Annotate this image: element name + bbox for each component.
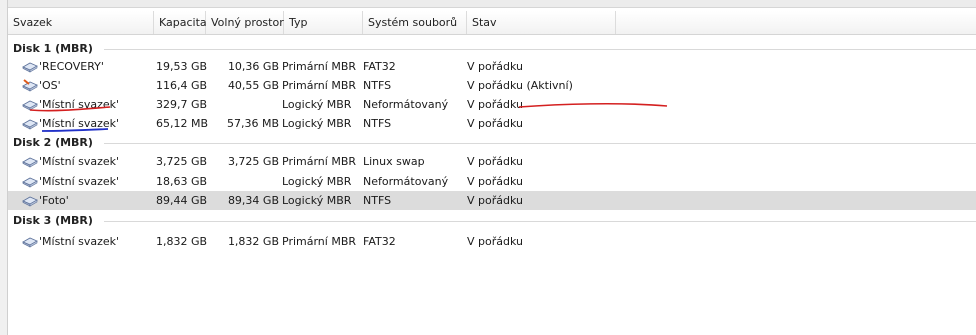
column-header-volume[interactable]: Svazek xyxy=(8,11,154,34)
capacity-value: 3,725 GB xyxy=(156,155,208,168)
volume-name: 'Místní svazek' xyxy=(39,98,120,111)
capacity-value: 1,832 GB xyxy=(156,235,208,248)
volume-row[interactable]: 'RECOVERY' 19,53 GB 10,36 GB Primární MBR FA… xyxy=(8,57,976,76)
volume-row[interactable]: 'OS' 116,4 GB 40,55 GB Primární MBR NTFS V po… xyxy=(8,76,976,95)
disk-group-header: Disk 3 (MBR) xyxy=(8,212,976,230)
volume-name: 'RECOVERY' xyxy=(39,60,104,73)
disk-group-header: Disk 2 (MBR) xyxy=(8,134,976,152)
volume-icon xyxy=(22,155,38,168)
group-divider xyxy=(104,49,976,50)
file-system-value: FAT32 xyxy=(363,235,396,248)
free-space-value: 40,55 GB xyxy=(227,79,279,92)
type-value: Primární MBR xyxy=(282,60,357,73)
disk-group-label: Disk 2 (MBR) xyxy=(13,136,93,149)
file-system-value: NTFS xyxy=(363,117,392,130)
free-space-value: 1,832 GB xyxy=(227,235,279,248)
file-system-value: FAT32 xyxy=(363,60,396,73)
volume-name: 'OS' xyxy=(39,79,61,92)
disk-group-header: Disk 1 (MBR) xyxy=(8,40,976,58)
column-header-capacity[interactable]: Kapacita xyxy=(154,11,207,34)
type-value: Primární MBR xyxy=(282,79,357,92)
active-volume-icon xyxy=(22,79,38,92)
left-pane-edge xyxy=(0,0,8,335)
type-value: Primární MBR xyxy=(282,235,357,248)
type-value: Logický MBR xyxy=(282,117,352,130)
free-space-value: 10,36 GB xyxy=(227,60,279,73)
file-system-value: Linux swap xyxy=(363,155,425,168)
volume-icon xyxy=(22,117,38,130)
volume-name: 'Místní svazek' xyxy=(39,175,120,188)
status-value: V pořádku xyxy=(467,175,523,188)
window-top-strip xyxy=(0,0,976,8)
volume-row[interactable]: 'Foto' 89,44 GB 89,34 GB Logický MBR NTFS V p… xyxy=(8,191,976,210)
capacity-value: 19,53 GB xyxy=(156,60,208,73)
file-system-value: Neformátovaný xyxy=(363,175,449,188)
file-system-value: NTFS xyxy=(363,194,392,207)
status-value: V pořádku xyxy=(467,98,523,111)
capacity-value: 65,12 MB xyxy=(156,117,209,130)
volume-icon xyxy=(22,60,38,73)
file-system-value: Neformátovaný xyxy=(363,98,449,111)
type-value: Logický MBR xyxy=(282,194,352,207)
volume-row[interactable]: 'Místní svazek' 3,725 GB 3,725 GB Primární … xyxy=(8,152,976,171)
volume-icon xyxy=(22,194,38,207)
capacity-value: 89,44 GB xyxy=(156,194,208,207)
status-value: V pořádku xyxy=(467,194,523,207)
volume-icon xyxy=(22,98,38,111)
type-value: Logický MBR xyxy=(282,175,352,188)
capacity-value: 116,4 GB xyxy=(156,79,208,92)
file-system-value: NTFS xyxy=(363,79,392,92)
disk-group-label: Disk 1 (MBR) xyxy=(13,42,93,55)
disk-group-label: Disk 3 (MBR) xyxy=(13,214,93,227)
group-divider xyxy=(104,221,976,222)
status-value: V pořádku xyxy=(467,235,523,248)
capacity-value: 18,63 GB xyxy=(156,175,208,188)
free-space-value: 89,34 GB xyxy=(227,194,279,207)
volume-row[interactable]: 'Místní svazek' 1,832 GB 1,832 GB Primární … xyxy=(8,232,976,251)
status-value: V pořádku xyxy=(467,117,523,130)
type-value: Logický MBR xyxy=(282,98,352,111)
column-header-free-space[interactable]: Volný prostor xyxy=(206,11,284,34)
volume-icon xyxy=(22,235,38,248)
status-value: V pořádku xyxy=(467,60,523,73)
column-header-file-system[interactable]: Systém souborů xyxy=(363,11,467,34)
volume-icon xyxy=(22,175,38,188)
column-header: Svazek Kapacita Volný prostor Typ Systém… xyxy=(8,11,976,35)
column-header-type[interactable]: Typ xyxy=(284,11,363,34)
volume-name: 'Foto' xyxy=(39,194,69,207)
capacity-value: 329,7 GB xyxy=(156,98,208,111)
volume-name: 'Místní svazek' xyxy=(39,235,120,248)
free-space-value xyxy=(208,172,279,191)
volume-row[interactable]: 'Místní svazek' 329,7 GB Logický MBR Neform… xyxy=(8,95,976,114)
volume-name: 'Místní svazek' xyxy=(39,117,120,130)
volume-name: 'Místní svazek' xyxy=(39,155,120,168)
column-header-status[interactable]: Stav xyxy=(467,11,616,34)
volume-row[interactable]: 'Místní svazek' 65,12 MB 57,36 MB Logický M… xyxy=(8,114,976,133)
group-divider xyxy=(104,143,976,144)
status-value: V pořádku (Aktivní) xyxy=(467,79,573,92)
free-space-value: 57,36 MB xyxy=(226,117,279,130)
type-value: Primární MBR xyxy=(282,155,357,168)
volume-row[interactable]: 'Místní svazek' 18,63 GB Logický MBR Neform… xyxy=(8,172,976,191)
free-space-value xyxy=(208,95,279,114)
free-space-value: 3,725 GB xyxy=(227,155,279,168)
status-value: V pořádku xyxy=(467,155,523,168)
